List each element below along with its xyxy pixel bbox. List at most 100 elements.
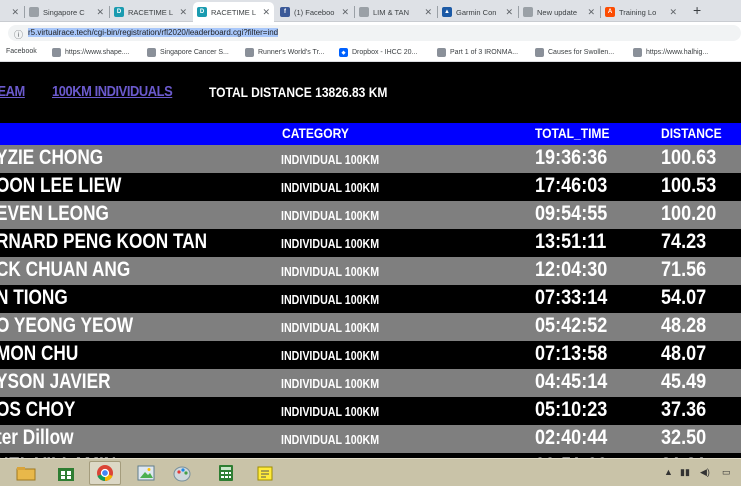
- participant-name: EVEN LEONG: [0, 202, 109, 225]
- total-time-cell: 02:40:44: [535, 426, 608, 449]
- bookmark-item[interactable]: Causes for Swollen...: [535, 48, 614, 57]
- bookmark-item[interactable]: https://www.halhig...: [633, 48, 708, 57]
- total-time-cell: 07:33:14: [535, 286, 608, 309]
- tab-separator: [109, 6, 110, 18]
- distance-cell: 71.56: [661, 258, 707, 281]
- browser-tab-2[interactable]: D RACETIME L ✕: [110, 2, 191, 22]
- url-selection: r5.virtualrace.tech/cgi-bin/registration…: [28, 28, 279, 37]
- participant-name: RNARD PENG KOON TAN: [0, 230, 208, 253]
- browser-tab-7[interactable]: New update ✕: [519, 2, 599, 22]
- sticky-notes-icon[interactable]: [249, 461, 281, 485]
- total-time-cell: 19:36:36: [535, 146, 608, 169]
- close-tab-icon[interactable]: ✕: [424, 7, 432, 18]
- participant-name: YZIE CHONG: [0, 146, 104, 169]
- browser-tab-5[interactable]: LIM & TAN ✕: [355, 2, 436, 22]
- tab-label: Training Lo: [619, 7, 657, 17]
- participant-name: OON LEE LIEW: [0, 174, 122, 197]
- table-row: O YEONG YEOW INDIVIDUAL 100KM 05:42:52 48.2…: [0, 313, 741, 341]
- bookmark-label: Singapore Cancer S...: [160, 49, 229, 56]
- tab-separator: [24, 6, 25, 18]
- close-tab-icon[interactable]: ✕: [341, 7, 349, 18]
- table-row: N TIONG INDIVIDUAL 100KM 07:33:14 54.07: [0, 285, 741, 313]
- distance-cell: 54.07: [661, 286, 707, 309]
- tab-separator: [437, 6, 438, 18]
- participant-name: CK CHUAN ANG: [0, 258, 131, 281]
- bookmark-label: Causes for Swollen...: [548, 49, 615, 56]
- column-header-category: CATEGORY: [282, 125, 349, 141]
- browser-tab-3[interactable]: D RACETIME L ✕: [193, 2, 274, 22]
- new-tab-button[interactable]: +: [693, 2, 701, 18]
- url-text[interactable]: r5.virtualrace.tech/cgi-bin/registration…: [28, 28, 279, 37]
- tab-label: LIM & TAN: [373, 7, 409, 17]
- page-icon: [633, 48, 642, 57]
- omnibox[interactable]: ⓘ r5.virtualrace.tech/cgi-bin/registrati…: [8, 25, 741, 41]
- participant-name: YSON JAVIER: [0, 370, 111, 393]
- tab-label: Garmin Con: [456, 7, 497, 17]
- racetime-icon: D: [114, 7, 124, 17]
- browser-tab-6[interactable]: ▲ Garmin Con ✕: [438, 2, 517, 22]
- bookmark-label: https://www.shape....: [65, 49, 130, 56]
- close-tab-icon[interactable]: ✕: [262, 7, 270, 18]
- store-icon[interactable]: [50, 461, 82, 485]
- tab-label: New update: [537, 7, 578, 17]
- bookmark-item[interactable]: Facebook: [6, 48, 37, 55]
- browser-tab-4[interactable]: f (1) Faceboo ✕: [276, 2, 353, 22]
- close-tab-icon[interactable]: ✕: [505, 7, 513, 18]
- browser-tab-1[interactable]: Singapore C ✕: [25, 2, 108, 22]
- bookmark-item[interactable]: Runner's World's Tr...: [245, 48, 324, 57]
- category-cell: INDIVIDUAL 100KM: [281, 264, 380, 279]
- tab-strip: ✕ Singapore C ✕ D RACETIME L ✕ D RACETIME L ✕ f (1…: [0, 0, 741, 22]
- nav-100km-individuals-link[interactable]: 100KM INDIVIDUALS: [52, 83, 173, 100]
- distance-cell: 37.36: [661, 398, 707, 421]
- paint-icon[interactable]: [166, 461, 198, 485]
- volume-icon[interactable]: ◀): [700, 467, 710, 478]
- bookmark-item[interactable]: Part 1 of 3 IRONMA...: [437, 48, 518, 57]
- distance-cell: 74.23: [661, 230, 707, 253]
- distance-cell: 48.28: [661, 314, 707, 337]
- total-time-cell: 04:45:14: [535, 370, 608, 393]
- file-explorer-icon[interactable]: [10, 461, 42, 485]
- bookmark-label: Part 1 of 3 IRONMA...: [450, 49, 519, 56]
- photos-icon[interactable]: [130, 461, 162, 485]
- total-time-cell: 05:10:23: [535, 398, 608, 421]
- page-icon: [245, 48, 254, 57]
- bookmark-item[interactable]: Singapore Cancer S...: [147, 48, 229, 57]
- distance-cell: 45.49: [661, 370, 707, 393]
- table-row: YSON JAVIER INDIVIDUAL 100KM 04:45:14 45.49: [0, 369, 741, 397]
- nav-team-link[interactable]: TEAM: [0, 83, 25, 100]
- participant-name: ter Dillow: [0, 426, 74, 449]
- total-time-cell: 07:13:58: [535, 342, 608, 365]
- browser-tab-8[interactable]: A Training Lo ✕: [601, 2, 681, 22]
- participant-name: OS CHOY: [0, 398, 76, 421]
- category-cell: INDIVIDUAL 100KM: [281, 180, 380, 195]
- keyboard-icon[interactable]: ▭: [722, 467, 731, 478]
- show-hidden-icons[interactable]: ▲: [664, 467, 673, 477]
- category-cell: INDIVIDUAL 100KM: [281, 292, 380, 307]
- page-icon: [359, 7, 369, 17]
- facebook-icon: f: [280, 7, 290, 17]
- calculator-icon[interactable]: [210, 461, 242, 485]
- column-header-distance: DISTANCE: [661, 125, 722, 141]
- close-tab-icon[interactable]: ✕: [669, 7, 677, 18]
- table-header: CATEGORY TOTAL_TIME DISTANCE: [0, 123, 741, 145]
- table-row: RNARD PENG KOON TAN INDIVIDUAL 100KM 13:51…: [0, 229, 741, 257]
- distance-cell: 100.20: [661, 202, 717, 225]
- close-tab-icon[interactable]: ✕: [11, 7, 19, 18]
- table-row: OS CHOY INDIVIDUAL 100KM 05:10:23 37.36: [0, 397, 741, 425]
- bookmark-item[interactable]: ◆ Dropbox - IHCC 20...: [339, 48, 417, 57]
- category-cell: INDIVIDUAL 100KM: [281, 432, 380, 447]
- total-time-cell: 09:54:55: [535, 202, 608, 225]
- browser-tab-0[interactable]: ✕: [0, 2, 23, 22]
- category-cell: INDIVIDUAL 100KM: [281, 320, 380, 335]
- close-tab-icon[interactable]: ✕: [587, 7, 595, 18]
- strava-icon: A: [605, 7, 615, 17]
- chrome-icon[interactable]: [89, 461, 121, 485]
- network-icon[interactable]: ▮▮: [680, 467, 690, 478]
- close-tab-icon[interactable]: ✕: [96, 7, 104, 18]
- close-tab-icon[interactable]: ✕: [179, 7, 187, 18]
- tab-label: (1) Faceboo: [294, 7, 335, 17]
- bookmark-item[interactable]: https://www.shape....: [52, 48, 130, 57]
- page-icon: [52, 48, 61, 57]
- participant-name: O YEONG YEOW: [0, 314, 134, 337]
- info-icon[interactable]: ⓘ: [14, 28, 23, 41]
